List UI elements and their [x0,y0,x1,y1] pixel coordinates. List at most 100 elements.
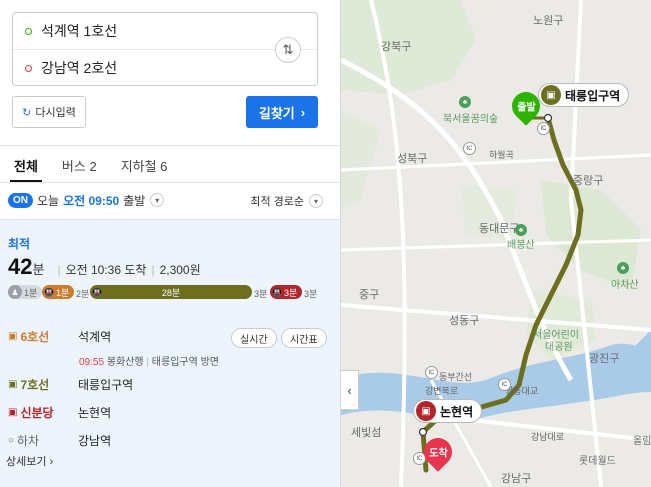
map-label: 강남대로 [531,432,565,442]
map-label: 중구 [359,289,380,301]
app-root: 석계역 1호선 강남역 2호선 ⇅ ↻ 다시입력 길찾기 › 전체 버스 2 지… [0,0,651,487]
park-icon: ♣ [617,262,629,274]
walk-duration: 3분 [254,289,268,299]
leg-row: ○ 하차 강남역 [8,432,111,449]
map-label: 북서울꿈의숲 [443,114,499,125]
origin-pin-label: 출발 [516,102,536,114]
walk-duration: 1분 [24,287,38,298]
map-label: 롯데월드 [579,456,616,467]
on-toggle[interactable]: ON [8,192,33,208]
subway-icon: ▣ [8,407,18,418]
alight-dot-icon: ○ [8,435,15,446]
leg-station: 태릉입구역 [78,378,134,392]
route-result-card[interactable]: 최적 42 분 | 오전 10:36 도착 | 2,300원 ♟ 1분 🚇 1분… [0,219,340,487]
arrival-time: 오전 10:36 도착 [65,263,147,277]
separator: | [151,263,155,277]
collapse-panel-button[interactable]: ‹ [341,370,359,410]
detail-link[interactable]: 상세보기 › [6,453,53,469]
detail-label: 상세보기 [6,456,47,468]
interchange-icon: IC [537,122,550,135]
subway-icon: ▣ [416,401,436,421]
map-label: 강남구 [501,473,532,485]
leg-line: ▣ 7호선 [8,376,78,393]
leg-row: ▣ 6호선 석계역 [8,328,111,345]
subway-icon: 🚇 [272,287,282,297]
origin-field[interactable]: 석계역 1호선 [13,13,273,49]
line6-segment: 🚇 1분 [42,285,74,299]
search-button-label: 길찾기 [258,105,295,121]
destination-pin-label: 도착 [428,448,448,460]
map-label: 세빛섬 [351,427,382,439]
chevron-down-icon[interactable]: ▾ [150,193,165,207]
walk-segment: ♟ 1분 [8,285,42,299]
walk-icon: ♟ [8,285,22,299]
chevron-left-icon: ‹ [347,382,352,398]
subway-icon: ▣ [8,379,18,390]
map-view[interactable]: 노원구 강북구 ♣ 북서울꿈의숲 성북구 하월곡 중랑구 동대문구 ♣ 배봉산 … [341,0,651,487]
duration-value: 42 [8,254,33,279]
leg-station: 석계역 [78,330,112,344]
subway-icon: 🚇 [44,287,54,297]
station-marker-taereung[interactable]: ▣ 태릉입구역 [538,83,630,107]
leg-row: ▣ 7호선 태릉입구역 [8,376,133,393]
map-canvas [341,0,651,487]
next-train-dest: 봉화산행 [106,357,144,368]
leg-line: ○ 하차 [8,432,78,449]
destination-text: 강남역 2호선 [41,60,118,76]
map-label: 대공원 [545,342,573,353]
map-label: 동대문구 [479,223,520,235]
leg-station: 논현역 [78,406,112,420]
next-train-direction: 태릉입구역 방면 [151,357,219,368]
map-label: 올림 [633,436,651,447]
subway-icon: 🚇 [92,287,102,297]
fare: 2,300원 [159,263,201,277]
route-timeline-bar: ♟ 1분 🚇 1분 2분 🚇 28분 3분 🚇 3분 3분 [8,285,324,299]
separator: | [146,357,150,368]
timetable-button[interactable]: 시간표 [281,328,327,348]
station-marker-nonhyeon[interactable]: ▣ 논현역 [413,399,483,423]
map-label: 아차산 [611,280,639,291]
reset-button[interactable]: ↻ 다시입력 [12,96,86,128]
walk-duration: 2분 [76,289,90,299]
transport-tabs: 전체 버스 2 지하철 6 [0,146,340,182]
duration-unit: 분 [32,262,45,277]
tab-subway[interactable]: 지하철 6 [121,146,168,182]
realtime-button[interactable]: 실시간 [231,328,277,348]
chevron-right-icon: › [300,104,306,120]
chevron-down-icon: ▾ [309,194,323,208]
route-input-box: 석계역 1호선 강남역 2호선 ⇅ [12,12,318,86]
tab-bus[interactable]: 버스 2 [62,146,97,182]
next-train-time: 09:55 [79,357,105,368]
leg-line-label: 하차 [17,434,40,448]
line7-segment: 🚇 28분 [90,285,252,299]
leg-line-label: 7호선 [20,378,50,392]
map-label: 배봉산 [507,240,535,251]
map-label: 성동구 [449,315,480,327]
sinbundang-segment: 🚇 3분 [270,285,302,299]
interchange-icon: IC [463,142,476,155]
duration-row: 42 분 | 오전 10:36 도착 | 2,300원 [8,254,201,280]
swap-button[interactable]: ⇅ [275,37,301,63]
next-train-info: 09:55 봉화산행 | 태릉입구역 방면 [79,353,219,368]
leg-line-label: 6호선 [20,330,50,344]
sort-label: 최적 경로순 [250,196,304,208]
interchange-icon: IC [498,378,511,391]
map-label: 광진구 [589,353,620,365]
leg-station: 강남역 [78,434,112,448]
depart-time[interactable]: 오전 09:50 [63,192,119,209]
leg-line: ▣ 6호선 [8,328,78,345]
walk-duration: 3분 [304,289,318,299]
subway-icon: ▣ [541,85,561,105]
subway-icon: ▣ [8,331,18,342]
sort-dropdown[interactable]: 최적 경로순 ▾ [250,193,323,209]
refresh-icon: ↻ [22,106,32,119]
best-badge: 최적 [8,237,31,251]
chevron-right-icon: › [49,456,54,468]
destination-field[interactable]: 강남역 2호선 [13,50,273,86]
depart-today: 오늘 [37,193,60,208]
map-label: 노원구 [533,15,564,27]
tab-all[interactable]: 전체 [10,146,42,182]
origin-text: 석계역 1호선 [41,23,118,39]
search-button[interactable]: 길찾기 › [246,96,318,128]
map-label: 동부간선 [439,372,473,382]
